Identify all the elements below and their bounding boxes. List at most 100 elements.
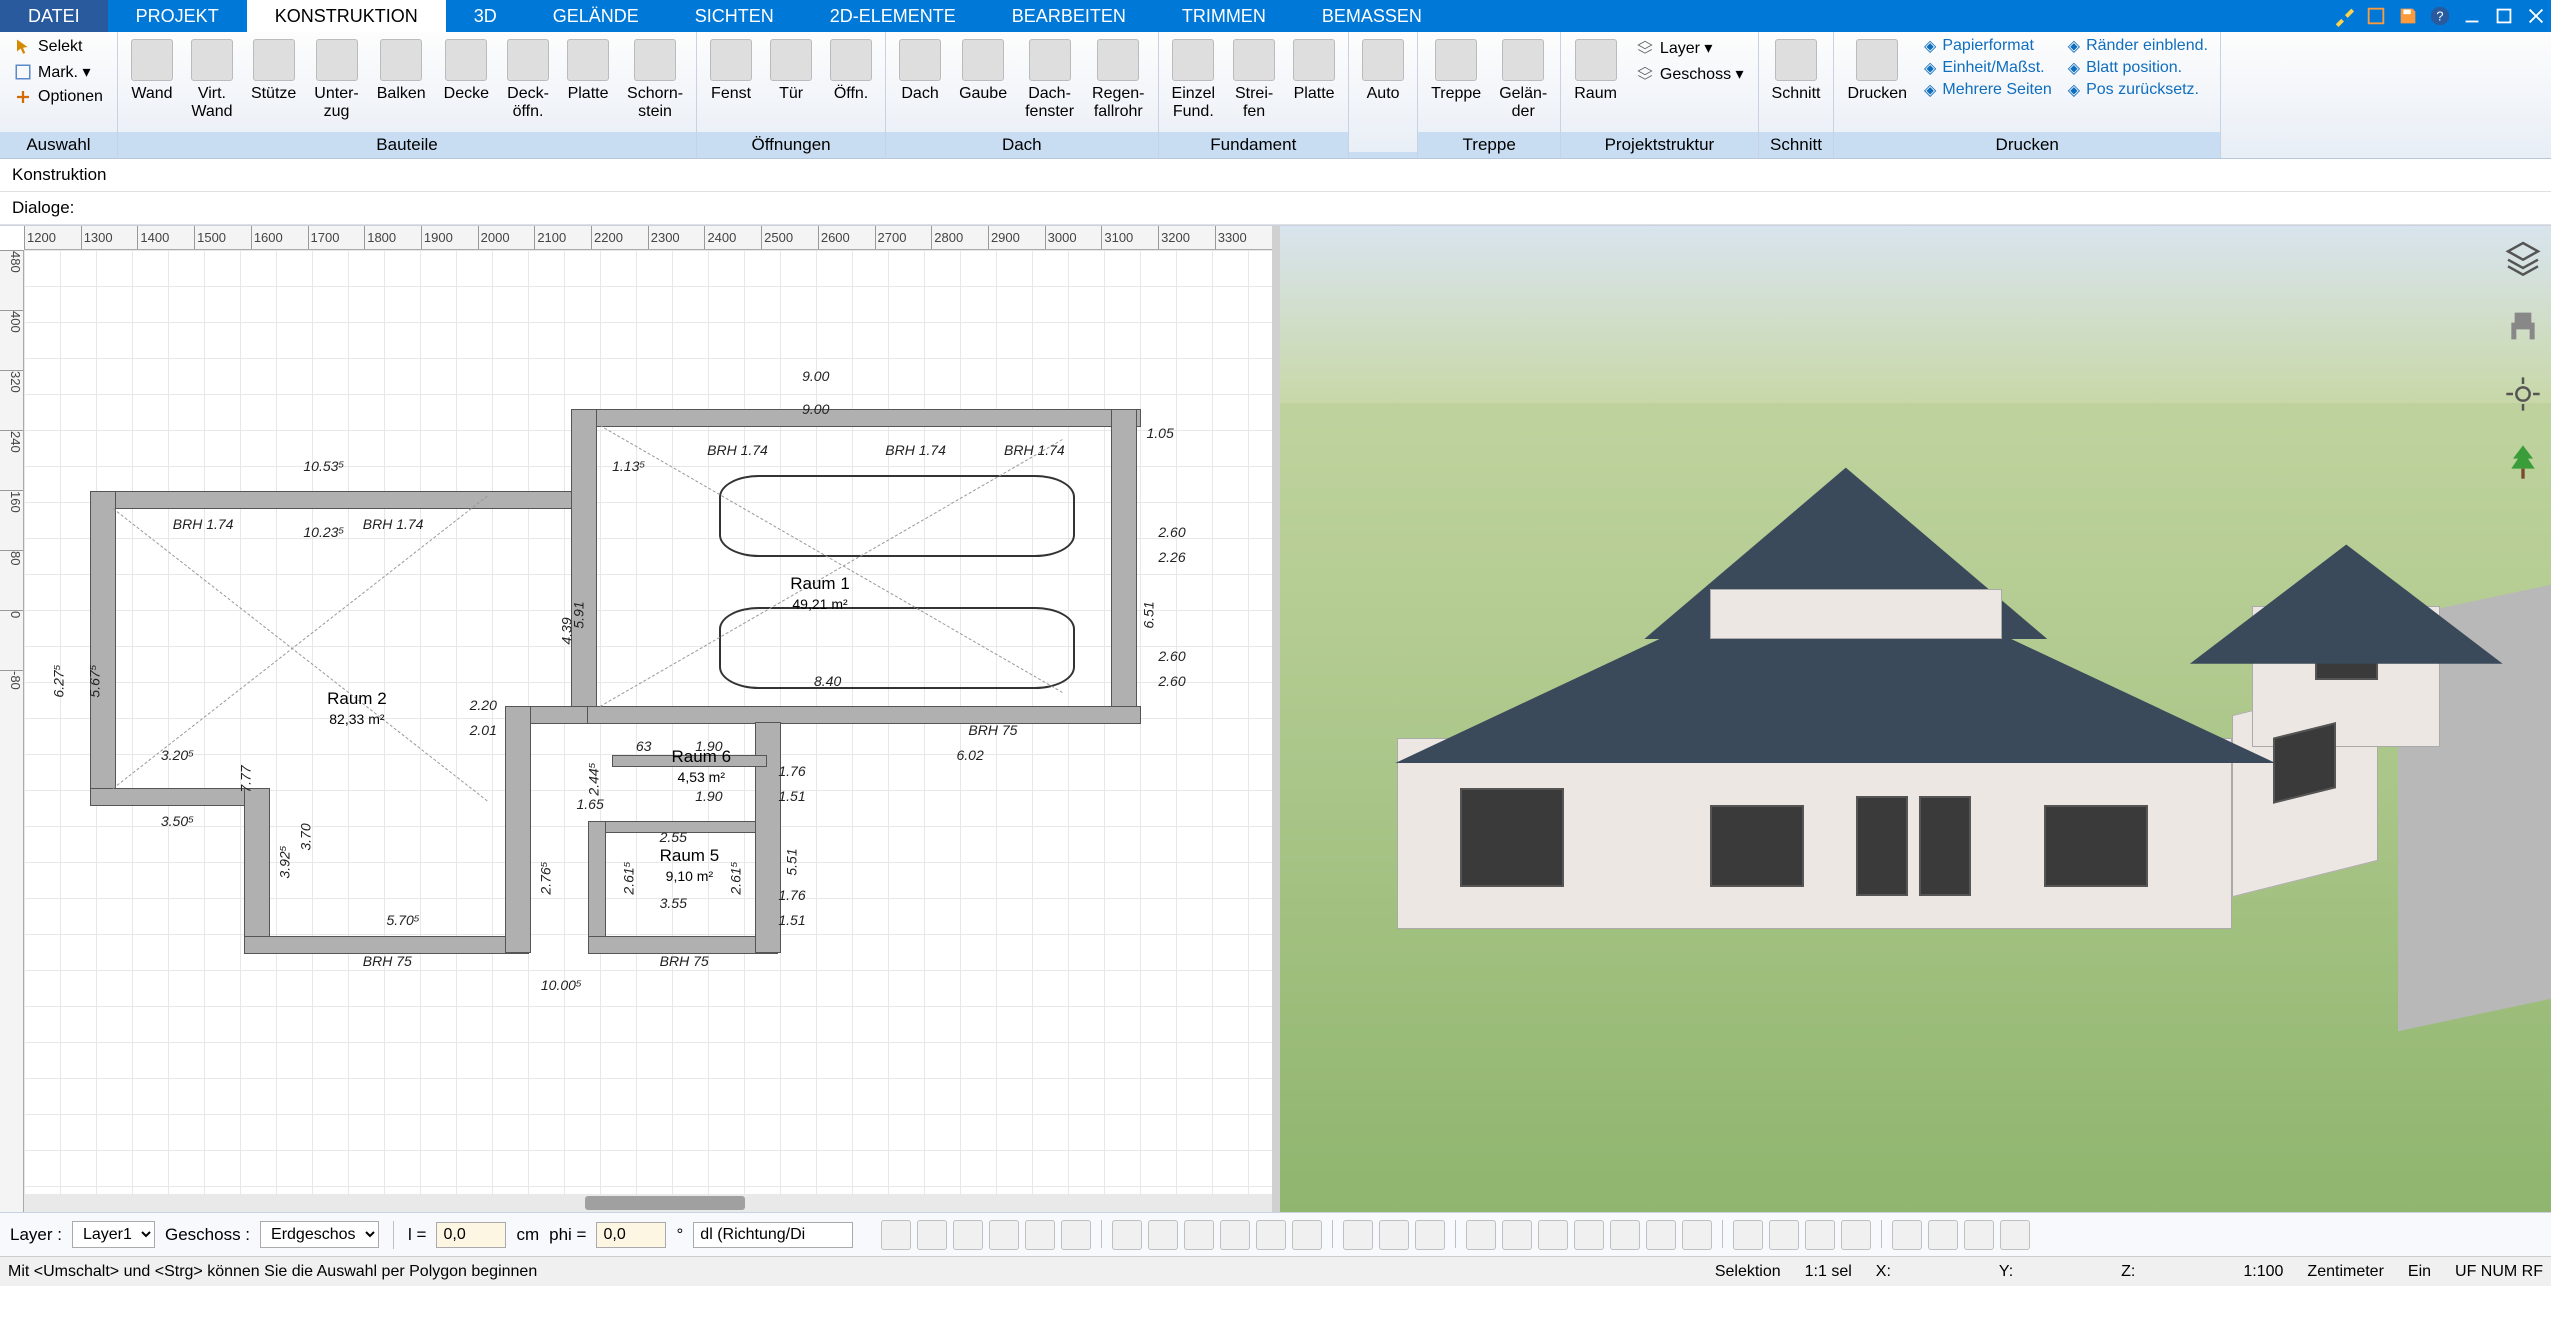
ribbon-floors[interactable]: Geschoss ▾ (1632, 62, 1748, 86)
ribbon-link-einheitmast[interactable]: ◈Einheit/Maßst. (1924, 58, 2052, 78)
close-icon[interactable] (2525, 5, 2547, 27)
bottom-tool-2[interactable] (953, 1220, 983, 1250)
bottom-tool-24[interactable] (1805, 1220, 1835, 1250)
ribbon-btn-drucken[interactable]: Drucken (1840, 34, 1914, 108)
ribbon-btn-balken[interactable]: Balken (370, 34, 433, 108)
scrollbar-horizontal[interactable] (24, 1194, 1272, 1212)
bottom-tool-27[interactable] (1928, 1220, 1958, 1250)
tool-icon[interactable] (2333, 5, 2355, 27)
ribbon-btn-platte[interactable]: Platte (560, 34, 616, 108)
ribbon-small-mark[interactable]: Mark. ▾ (10, 60, 107, 84)
bottom-tool-3[interactable] (989, 1220, 1019, 1250)
ribbon-link-poszurcksetz[interactable]: ◈Pos zurücksetz. (2068, 80, 2208, 100)
ribbon-btn-schorn[interactable]: Schorn- stein (620, 34, 690, 126)
bottom-tool-17[interactable] (1538, 1220, 1568, 1250)
menu-bearbeiten[interactable]: BEARBEITEN (984, 0, 1154, 32)
view-3d[interactable] (1280, 226, 2551, 1212)
bottom-tool-18[interactable] (1574, 1220, 1604, 1250)
bottom-tool-12[interactable] (1343, 1220, 1373, 1250)
ribbon-btn-dach[interactable]: Dach- fenster (1018, 34, 1081, 126)
layers-icon[interactable] (2503, 238, 2543, 278)
help-icon[interactable]: ? (2429, 5, 2451, 27)
menu-sichten[interactable]: SICHTEN (667, 0, 802, 32)
ribbon-btn-gaube[interactable]: Gaube (952, 34, 1014, 108)
tree-icon[interactable] (2503, 442, 2543, 482)
ribbon-btn-virt[interactable]: Virt. Wand (184, 34, 240, 126)
menu-projekt[interactable]: PROJEKT (108, 0, 247, 32)
bottom-tool-8[interactable] (1184, 1220, 1214, 1250)
ribbon-btn-dach[interactable]: Dach (892, 34, 948, 108)
maximize-icon[interactable] (2493, 5, 2515, 27)
dimension-label: 5.51 (784, 848, 800, 875)
bottom-tool-4[interactable] (1025, 1220, 1055, 1250)
bottom-tool-11[interactable] (1292, 1220, 1322, 1250)
bottom-tool-29[interactable] (2000, 1220, 2030, 1250)
bottom-tool-10[interactable] (1256, 1220, 1286, 1250)
box-icon[interactable] (2365, 5, 2387, 27)
ribbon-layers[interactable]: Layer ▾ (1632, 36, 1748, 60)
ribbon-link-papierformat[interactable]: ◈Papierformat (1924, 36, 2052, 56)
menu-trimmen[interactable]: TRIMMEN (1154, 0, 1294, 32)
ribbon-btn-deck[interactable]: Deck- öffn. (500, 34, 556, 126)
bottom-tool-25[interactable] (1841, 1220, 1871, 1250)
bottom-tool-28[interactable] (1964, 1220, 1994, 1250)
menu-bemassen[interactable]: BEMASSEN (1294, 0, 1450, 32)
ribbon-btn-unter[interactable]: Unter- zug (307, 34, 365, 126)
phi-input[interactable] (596, 1222, 666, 1248)
bottombar: Layer : Layer1 Geschoss : Erdgeschos l =… (0, 1212, 2551, 1256)
bottom-tool-5[interactable] (1061, 1220, 1091, 1250)
svg-text:?: ? (2436, 9, 2443, 24)
ribbon-link-rndereinblend[interactable]: ◈Ränder einblend. (2068, 36, 2208, 56)
bottom-tool-1[interactable] (917, 1220, 947, 1250)
ribbon-btn-regen[interactable]: Regen- fallrohr (1085, 34, 1151, 126)
bottom-tool-16[interactable] (1502, 1220, 1532, 1250)
layer-select[interactable]: Layer1 (72, 1221, 155, 1248)
menu-datei[interactable]: DATEI (0, 0, 108, 32)
ribbon-btn-auto[interactable]: Auto (1355, 34, 1411, 108)
bottom-tool-23[interactable] (1769, 1220, 1799, 1250)
bottom-tool-22[interactable] (1733, 1220, 1763, 1250)
ribbon-link-blattposition[interactable]: ◈Blatt position. (2068, 58, 2208, 78)
mode-input[interactable] (693, 1222, 853, 1248)
bottom-tool-6[interactable] (1112, 1220, 1142, 1250)
view-2d[interactable]: 1200130014001500160017001800190020002100… (0, 226, 1280, 1212)
bottom-tool-21[interactable] (1682, 1220, 1712, 1250)
save-icon[interactable] (2397, 5, 2419, 27)
ribbon-btn-decke[interactable]: Decke (437, 34, 496, 108)
ribbon-small-optionen[interactable]: Optionen (10, 86, 107, 108)
ribbon-btn-geln[interactable]: Gelän- der (1492, 34, 1554, 126)
ribbon-btn-strei[interactable]: Strei- fen (1226, 34, 1282, 126)
ribbon-btn-treppe[interactable]: Treppe (1424, 34, 1488, 108)
subbar-konstruktion: Konstruktion (0, 159, 2551, 192)
length-input[interactable] (436, 1222, 506, 1248)
ribbon-btn-tr[interactable]: Tür (763, 34, 819, 108)
bottom-tool-0[interactable] (881, 1220, 911, 1250)
bottom-tool-13[interactable] (1379, 1220, 1409, 1250)
menu-gelaende[interactable]: GELÄNDE (525, 0, 667, 32)
bottom-tool-9[interactable] (1220, 1220, 1250, 1250)
bottom-tool-14[interactable] (1415, 1220, 1445, 1250)
ribbon-btn-fenst[interactable]: Fenst (703, 34, 759, 108)
furniture-icon[interactable] (2503, 306, 2543, 346)
bottom-tool-15[interactable] (1466, 1220, 1496, 1250)
geschoss-select[interactable]: Erdgeschos (260, 1221, 379, 1248)
canvas-2d[interactable]: Raum 149,21 m²Raum 282,33 m²Raum 64,53 m… (24, 250, 1272, 1194)
menu-konstruktion[interactable]: KONSTRUKTION (247, 0, 446, 32)
menu-3d[interactable]: 3D (446, 0, 525, 32)
ribbon-btn-einzel[interactable]: Einzel Fund. (1165, 34, 1223, 126)
ribbon-btn-wand[interactable]: Wand (124, 34, 180, 108)
bottom-tool-20[interactable] (1646, 1220, 1676, 1250)
ribbon-btn-sttze[interactable]: Stütze (244, 34, 303, 108)
minimize-icon[interactable] (2461, 5, 2483, 27)
ribbon-link-mehrereseiten[interactable]: ◈Mehrere Seiten (1924, 80, 2052, 100)
menu-2d-elemente[interactable]: 2D-ELEMENTE (802, 0, 984, 32)
bottom-tool-7[interactable] (1148, 1220, 1178, 1250)
ribbon-btn-raum[interactable]: Raum (1567, 34, 1624, 108)
ribbon-btn-ffn[interactable]: Öffn. (823, 34, 879, 108)
bottom-tool-26[interactable] (1892, 1220, 1922, 1250)
ribbon-btn-schnitt[interactable]: Schnitt (1765, 34, 1828, 108)
bottom-tool-19[interactable] (1610, 1220, 1640, 1250)
ribbon-btn-platte[interactable]: Platte (1286, 34, 1342, 108)
ribbon-small-selekt[interactable]: Selekt (10, 36, 107, 58)
orbit-icon[interactable] (2503, 374, 2543, 414)
